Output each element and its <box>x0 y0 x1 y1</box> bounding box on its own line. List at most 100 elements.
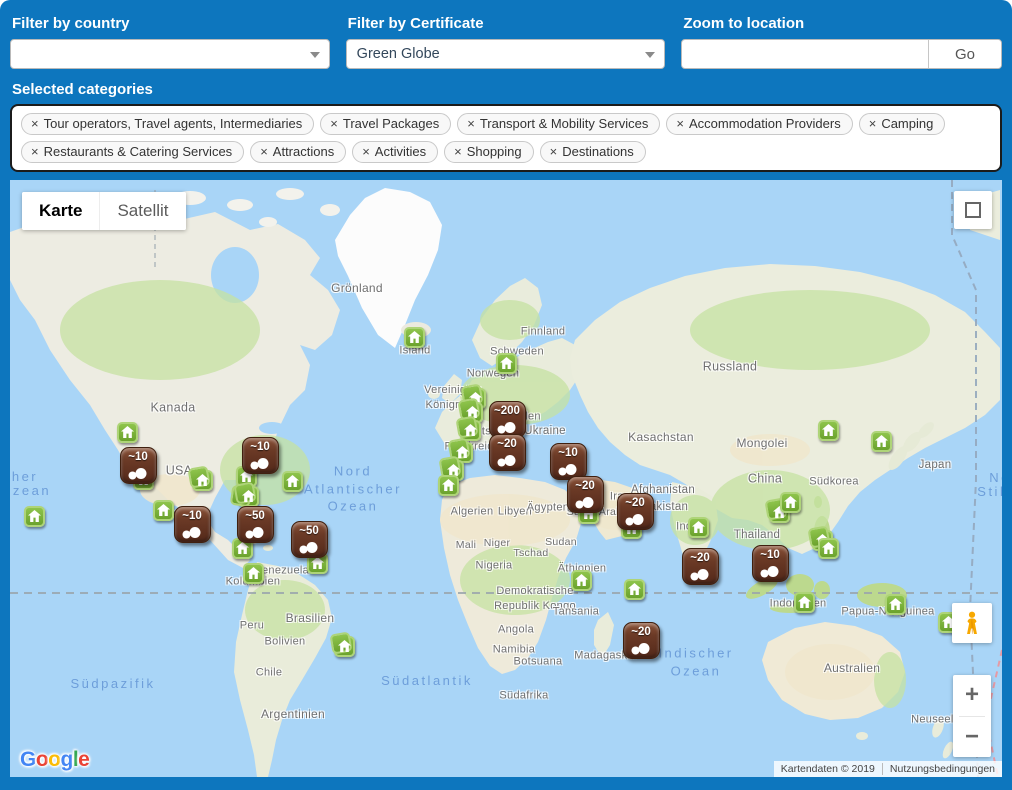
map-label: IndischerOzean <box>658 644 733 679</box>
map-label: Brasilien <box>286 610 335 626</box>
category-chip[interactable]: ×Shopping <box>444 141 534 163</box>
remove-icon[interactable]: × <box>260 144 268 159</box>
house-marker[interactable] <box>404 327 425 348</box>
category-chip[interactable]: ×Restaurants & Catering Services <box>21 141 244 163</box>
map-label: Südatlantik <box>381 672 473 690</box>
house-icon <box>822 542 835 554</box>
map-label: Australien <box>824 660 880 676</box>
locations-dots-icon <box>688 568 710 581</box>
house-icon <box>442 479 455 491</box>
pegman-control[interactable] <box>952 603 992 643</box>
map-type-satellite-button[interactable]: Satellit <box>99 192 185 230</box>
locations-dots-icon <box>556 463 578 476</box>
map-type-control: Karte Satellit <box>22 192 186 230</box>
category-chip[interactable]: ×Destinations <box>540 141 646 163</box>
cluster-count-label: ~20 <box>624 626 659 638</box>
locations-dots-icon <box>495 454 517 467</box>
country-select[interactable] <box>10 39 330 69</box>
google-logo[interactable]: Google <box>20 748 89 772</box>
map-label: Chile <box>256 666 283 681</box>
map-label: Mongolei <box>736 435 787 451</box>
go-button[interactable]: Go <box>928 40 1001 68</box>
locations-dots-icon <box>623 513 645 526</box>
remove-icon[interactable]: × <box>869 116 877 131</box>
cluster-marker[interactable]: ~20 <box>623 622 660 659</box>
house-marker[interactable] <box>24 506 45 527</box>
house-marker[interactable] <box>243 563 264 584</box>
cluster-count-label: ~10 <box>551 447 586 459</box>
remove-icon[interactable]: × <box>31 116 39 131</box>
category-chip[interactable]: ×Travel Packages <box>320 113 451 135</box>
category-chip[interactable]: ×Attractions <box>250 141 346 163</box>
house-marker[interactable] <box>688 517 709 538</box>
remove-icon[interactable]: × <box>454 144 462 159</box>
cluster-count-label: ~10 <box>753 549 788 561</box>
category-chip[interactable]: ×Transport & Mobility Services <box>457 113 660 135</box>
house-marker[interactable] <box>334 636 355 657</box>
cluster-marker[interactable]: ~200 <box>489 401 526 438</box>
cluster-marker[interactable]: ~20 <box>682 548 719 585</box>
house-icon <box>121 426 134 438</box>
cluster-marker[interactable]: ~20 <box>617 493 654 530</box>
category-chip[interactable]: ×Tour operators, Travel agents, Intermed… <box>21 113 314 135</box>
cluster-marker[interactable]: ~10 <box>174 506 211 543</box>
map-label: Peru <box>240 619 264 634</box>
map-label: Still <box>977 483 1002 501</box>
house-marker[interactable] <box>624 579 645 600</box>
locations-dots-icon <box>297 541 319 554</box>
house-marker[interactable] <box>496 353 517 374</box>
remove-icon[interactable]: × <box>362 144 370 159</box>
cluster-marker[interactable]: ~20 <box>567 476 604 513</box>
house-marker[interactable] <box>871 431 892 452</box>
cluster-marker[interactable]: ~10 <box>242 437 279 474</box>
terms-of-use-link[interactable]: Nutzungsbedingungen <box>882 763 1002 775</box>
map-label: Niger <box>484 536 511 550</box>
house-marker[interactable] <box>794 592 815 613</box>
cluster-marker[interactable]: ~50 <box>237 506 274 543</box>
house-marker[interactable] <box>117 422 138 443</box>
remove-icon[interactable]: × <box>467 116 475 131</box>
house-marker[interactable] <box>282 471 303 492</box>
category-chip[interactable]: ×Activities <box>352 141 438 163</box>
cluster-marker[interactable]: ~10 <box>550 443 587 480</box>
map-label: Südafrika <box>499 689 548 704</box>
remove-icon[interactable]: × <box>330 116 338 131</box>
cluster-count-label: ~10 <box>175 510 210 522</box>
house-marker[interactable] <box>818 420 839 441</box>
cluster-marker[interactable]: ~10 <box>120 447 157 484</box>
zoom-location-input[interactable] <box>682 40 928 68</box>
map-label: Botsuana <box>514 655 563 670</box>
chevron-down-icon <box>645 52 655 58</box>
locations-dots-icon <box>573 496 595 509</box>
category-chip[interactable]: ×Camping <box>859 113 946 135</box>
map-label: Ägypten <box>527 501 569 516</box>
house-marker[interactable] <box>885 594 906 615</box>
category-chip[interactable]: ×Accommodation Providers <box>666 113 852 135</box>
cluster-marker[interactable]: ~50 <box>291 521 328 558</box>
portal-map-panel: Filter by country Filter by Certificate … <box>0 0 1012 790</box>
house-marker[interactable] <box>818 538 839 559</box>
map-type-map-button[interactable]: Karte <box>22 192 99 230</box>
house-marker[interactable] <box>192 470 213 491</box>
fullscreen-button[interactable] <box>954 191 992 229</box>
zoom-in-button[interactable]: + <box>953 675 991 716</box>
zoom-out-button[interactable]: − <box>953 717 991 758</box>
house-icon <box>692 521 705 533</box>
house-marker[interactable] <box>438 475 459 496</box>
cluster-marker[interactable]: ~10 <box>752 545 789 582</box>
house-icon <box>247 567 260 579</box>
locations-dots-icon <box>758 565 780 578</box>
map-canvas[interactable]: GrönlandIslandKanadaUSAMexikoVenezuelaKo… <box>10 180 1002 777</box>
house-marker[interactable] <box>153 500 174 521</box>
filters-row: Filter by country Filter by Certificate … <box>10 13 1002 69</box>
house-marker[interactable] <box>780 492 801 513</box>
remove-icon[interactable]: × <box>676 116 684 131</box>
map-label: Japan <box>919 458 952 474</box>
map-label: zean <box>13 482 51 500</box>
cluster-marker[interactable]: ~20 <box>489 434 526 471</box>
house-marker[interactable] <box>571 570 592 591</box>
remove-icon[interactable]: × <box>550 144 558 159</box>
remove-icon[interactable]: × <box>31 144 39 159</box>
certificate-select[interactable]: Green Globe <box>346 39 666 69</box>
house-marker[interactable] <box>238 486 259 507</box>
